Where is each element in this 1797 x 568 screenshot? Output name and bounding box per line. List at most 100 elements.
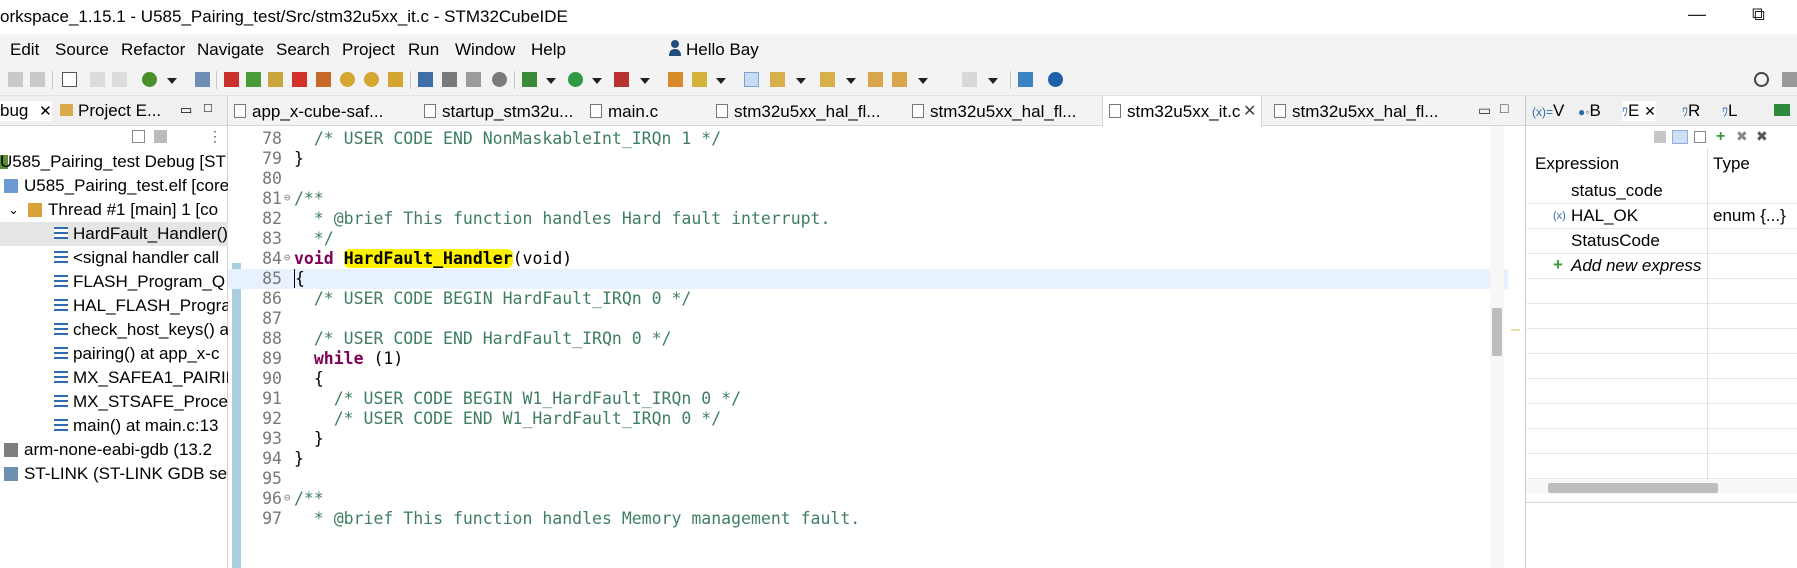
save-icon[interactable] <box>8 72 23 87</box>
skip-breakpoints-icon[interactable] <box>195 72 210 87</box>
refresh-icon[interactable] <box>142 72 157 87</box>
tab-expressions[interactable]: ﾜE ✕ <box>1622 101 1656 121</box>
column-header-expression[interactable]: Expression <box>1535 154 1619 182</box>
run-icon[interactable] <box>568 72 583 87</box>
external-tools-icon[interactable] <box>614 72 629 87</box>
tree-item-gdb[interactable]: arm-none-eabi-gdb (13.2 <box>0 438 228 462</box>
suspend-icon[interactable] <box>268 72 283 87</box>
chevron-down-icon[interactable] <box>918 78 928 84</box>
close-icon[interactable]: ✕ <box>39 103 52 120</box>
function-name-highlight[interactable]: HardFault_Handler <box>343 249 513 268</box>
tree-item-stack-frame[interactable]: <signal handler call <box>0 246 228 270</box>
minimize-button[interactable]: — <box>1688 4 1706 25</box>
chevron-down-icon[interactable] <box>167 78 177 84</box>
add-expression-icon[interactable]: + <box>1716 128 1725 146</box>
details-pane-divider[interactable] <box>1526 502 1797 503</box>
tree-item-stack-frame[interactable]: check_host_keys() a <box>0 318 228 342</box>
menu-refactor[interactable]: Refactor <box>121 40 185 60</box>
fold-icon[interactable]: ⊖ <box>284 191 291 204</box>
step-over-icon[interactable] <box>364 72 379 87</box>
close-icon[interactable]: ✕ <box>1644 103 1656 119</box>
back-icon[interactable] <box>892 72 907 87</box>
tree-item-stack-frame[interactable]: pairing() at app_x-c <box>0 342 228 366</box>
expression-row[interactable]: (x) HAL_OK enum {...} <box>1527 204 1797 229</box>
chevron-down-icon[interactable] <box>546 78 556 84</box>
forward-history-icon[interactable] <box>112 72 127 87</box>
menu-source[interactable]: Source <box>55 40 109 60</box>
next-annotation-icon[interactable] <box>770 72 785 87</box>
close-icon[interactable]: ✕ <box>1243 101 1256 121</box>
tab-registers[interactable]: ﾜR <box>1682 101 1700 121</box>
chevron-down-icon[interactable] <box>988 78 998 84</box>
menu-run[interactable]: Run <box>408 40 439 60</box>
scrollbar-thumb[interactable] <box>1548 483 1718 493</box>
column-header-type[interactable]: Type <box>1713 154 1750 182</box>
remove-all-terminated-icon[interactable] <box>154 130 167 143</box>
chevron-down-icon[interactable]: ⌄ <box>8 202 19 218</box>
expression-row[interactable]: StatusCode <box>1527 229 1797 254</box>
tab-breakpoints[interactable]: ●◦B <box>1578 101 1601 121</box>
debug-restart-icon[interactable] <box>224 72 239 87</box>
chevron-down-icon[interactable] <box>640 78 650 84</box>
step-into-icon[interactable] <box>340 72 355 87</box>
step-return-icon[interactable] <box>388 72 403 87</box>
tree-item-stack-frame[interactable]: HAL_FLASH_Progra <box>0 294 228 318</box>
scrollbar-thumb[interactable] <box>1492 308 1502 356</box>
target-icon[interactable] <box>492 72 507 87</box>
tree-item-thread[interactable]: ⌄ Thread #1 [main] 1 [co <box>0 198 228 222</box>
open-type-icon[interactable] <box>668 72 683 87</box>
tab-hal-flash-1[interactable]: stm32u5xx_hal_fl... <box>710 96 880 126</box>
tree-item-stack-frame[interactable]: FLASH_Program_Q <box>0 270 228 294</box>
tab-project-explorer[interactable]: Project E... <box>60 101 161 121</box>
fold-icon[interactable]: ⊖ <box>284 491 291 504</box>
menu-help[interactable]: Help <box>531 40 566 60</box>
previous-annotation-icon[interactable] <box>820 72 835 87</box>
restore-button[interactable]: ⧉ <box>1752 4 1765 25</box>
tree-item-stack-frame[interactable]: MX_STSAFE_Proces <box>0 390 228 414</box>
sfr-icon[interactable] <box>1774 104 1790 116</box>
open-task-icon[interactable] <box>692 72 707 87</box>
perspective-icon[interactable] <box>1782 72 1797 87</box>
menu-search[interactable]: Search <box>276 40 330 60</box>
add-expression-row[interactable]: + Add new express <box>1527 254 1797 279</box>
chevron-down-icon[interactable] <box>796 78 806 84</box>
menu-project[interactable]: Project <box>342 40 395 60</box>
editor-vertical-scrollbar[interactable] <box>1490 126 1504 568</box>
show-logical-structure-icon[interactable] <box>1672 130 1688 144</box>
menu-user[interactable]: Hello Bay <box>686 40 759 60</box>
save-all-icon[interactable] <box>30 72 45 87</box>
menu-navigate[interactable]: Navigate <box>197 40 264 60</box>
drop-to-frame-icon[interactable] <box>442 72 457 87</box>
terminate-icon[interactable] <box>292 72 307 87</box>
chevron-down-icon[interactable] <box>592 78 602 84</box>
tree-item-stack-frame[interactable]: HardFault_Handler() <box>0 222 228 246</box>
collapse-all-icon[interactable] <box>132 130 145 143</box>
tab-live-expressions[interactable]: ﾜL <box>1722 101 1737 121</box>
chevron-down-icon[interactable] <box>716 78 726 84</box>
tab-stm32u5xx-it[interactable]: stm32u5xx_it.c ✕ <box>1102 96 1262 127</box>
maximize-view-icon[interactable]: □ <box>204 100 212 115</box>
back-history-icon[interactable] <box>90 72 105 87</box>
resume-icon[interactable] <box>246 72 261 87</box>
view-menu-icon[interactable]: ⋮ <box>208 128 222 145</box>
tab-hal-flash-2[interactable]: stm32u5xx_hal_fl... <box>906 96 1076 126</box>
code-area[interactable]: 78 /* USER CODE END NonMaskableInt_IRQn … <box>228 126 1508 568</box>
debug-bug-icon[interactable] <box>522 72 537 87</box>
instruction-stepping-icon[interactable] <box>418 72 433 87</box>
tab-main-c[interactable]: main.c <box>584 96 674 126</box>
tab-debug[interactable]: bug ✕ <box>0 101 52 121</box>
minimize-view-icon[interactable]: ▭ <box>180 102 192 118</box>
tree-item-process[interactable]: U585_Pairing_test.elf [core <box>0 174 228 198</box>
tab-app-x-cube[interactable]: app_x-cube-saf... <box>228 96 398 126</box>
toggle-mark-occurrences-icon[interactable] <box>744 72 759 87</box>
chevron-down-icon[interactable] <box>846 78 856 84</box>
expressions-horizontal-scrollbar[interactable] <box>1526 480 1797 494</box>
menu-edit[interactable]: Edit <box>10 40 39 60</box>
tab-variables[interactable]: (x)=V <box>1532 101 1564 121</box>
use-step-filters-icon[interactable] <box>466 72 481 87</box>
tree-item-debug-config[interactable]: U585_Pairing_test Debug [ST <box>0 150 228 174</box>
maximize-view-icon[interactable]: □ <box>1500 100 1508 116</box>
forward-icon[interactable] <box>962 72 977 87</box>
minimize-view-icon[interactable]: ▭ <box>1478 102 1491 119</box>
binary-icon[interactable] <box>62 72 77 87</box>
